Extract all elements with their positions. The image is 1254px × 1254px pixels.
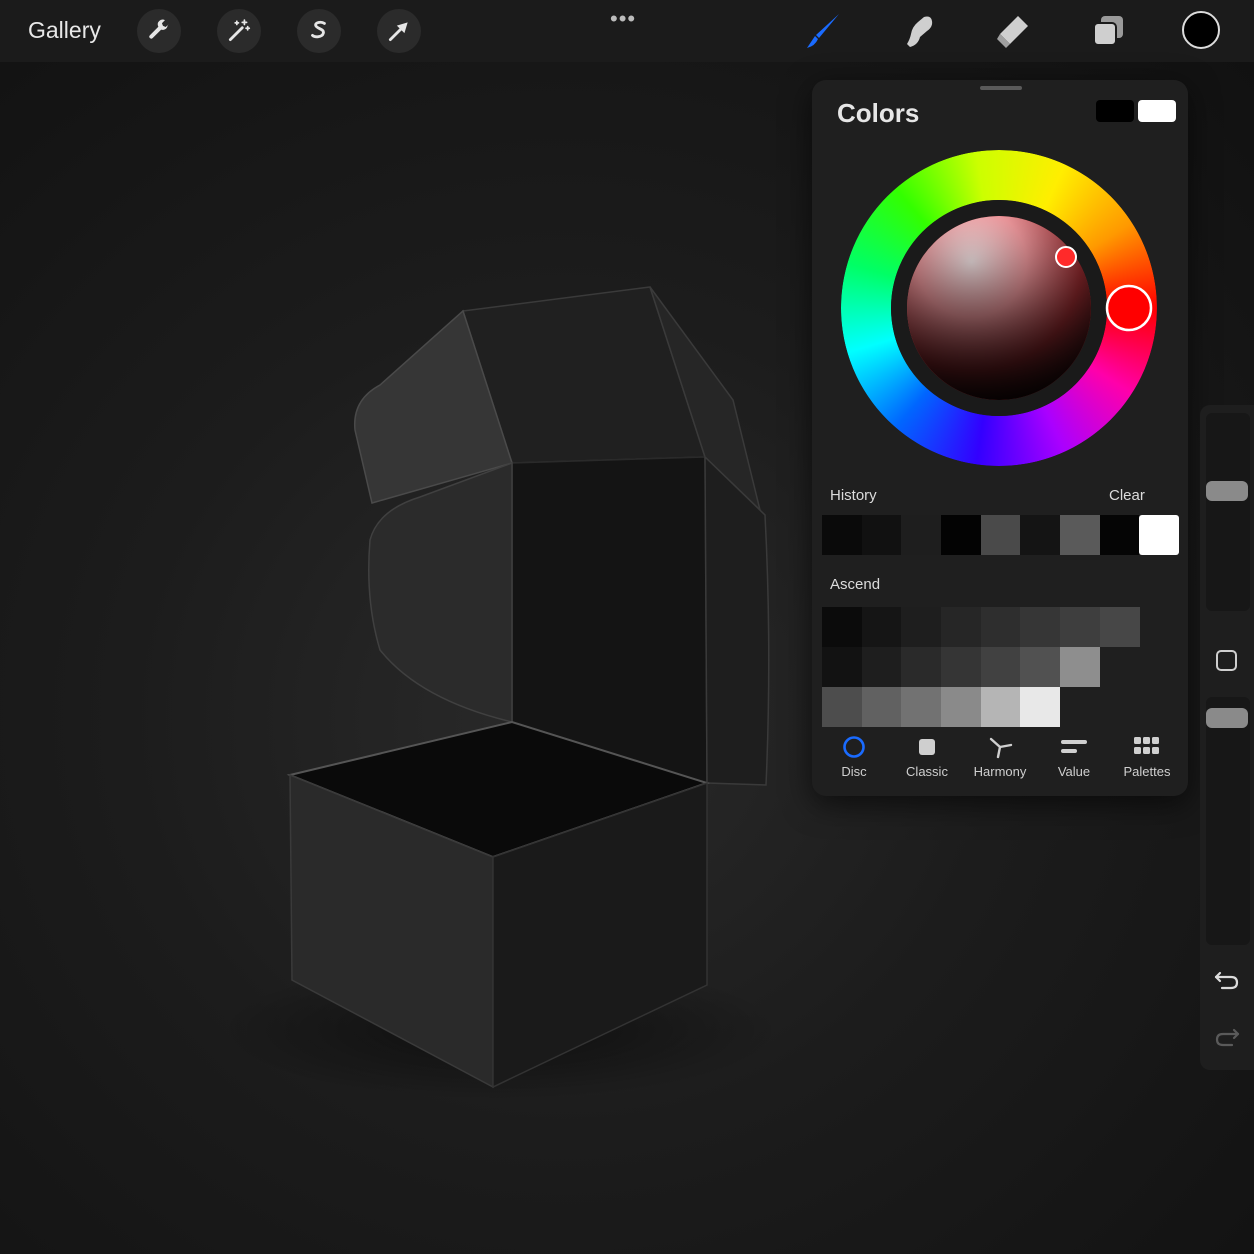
eraser-icon	[997, 16, 1028, 48]
tab-disc[interactable]: Disc	[817, 730, 891, 790]
history-label: History	[830, 487, 877, 504]
eraser-tool-button[interactable]	[991, 10, 1035, 52]
redo-icon	[1215, 1028, 1240, 1047]
palettes-grid-icon	[1134, 737, 1159, 754]
brush-size-handle[interactable]	[1206, 481, 1248, 501]
history-swatch[interactable]	[941, 515, 981, 555]
adjustments-button[interactable]	[217, 9, 261, 53]
opacity-handle[interactable]	[1206, 708, 1248, 728]
disc-icon	[843, 736, 865, 758]
opacity-slider[interactable]	[1206, 697, 1250, 945]
history-swatch[interactable]	[1020, 515, 1061, 555]
palette-row	[822, 607, 1141, 647]
palette-swatch[interactable]	[1020, 647, 1061, 687]
magic-wand-icon	[228, 19, 251, 42]
secondary-color-swatch[interactable]	[1138, 100, 1176, 122]
modify-button[interactable]	[1216, 650, 1237, 671]
panel-title: Colors	[837, 98, 920, 128]
selection-button[interactable]	[297, 9, 341, 53]
palette-row	[822, 647, 1141, 687]
transform-button[interactable]	[377, 9, 421, 53]
layers-button[interactable]	[1086, 10, 1130, 52]
undo-icon	[1214, 971, 1239, 990]
palette-swatch[interactable]	[941, 607, 981, 647]
clear-history-button[interactable]: Clear	[1109, 487, 1145, 504]
palette-swatch[interactable]	[941, 687, 981, 727]
palette-row	[822, 687, 1141, 727]
palette-swatch[interactable]	[1060, 647, 1100, 687]
tab-label: Value	[1057, 764, 1091, 779]
tab-harmony[interactable]: Harmony	[963, 730, 1037, 790]
history-swatch[interactable]	[822, 515, 862, 555]
history-swatches	[822, 515, 1180, 555]
color-mode-tabs: Disc Classic Harmony Value Palettes	[812, 730, 1188, 790]
tab-palettes[interactable]: Palettes	[1110, 730, 1184, 790]
more-options-icon[interactable]: •••	[610, 6, 636, 32]
arrow-transform-icon	[388, 22, 408, 42]
palette-swatch[interactable]	[1020, 687, 1061, 727]
top-toolbar: Gallery •••	[0, 0, 1254, 62]
tab-value[interactable]: Value	[1037, 730, 1111, 790]
palette-swatch[interactable]	[980, 687, 1021, 727]
history-swatch[interactable]	[901, 515, 942, 555]
current-color-button[interactable]	[1182, 11, 1220, 49]
primary-color-swatch[interactable]	[1096, 100, 1134, 122]
palette-swatch[interactable]	[822, 607, 862, 647]
color-disc[interactable]	[841, 150, 1157, 466]
palette-swatch[interactable]	[1099, 607, 1140, 647]
palette-swatch[interactable]	[822, 687, 862, 727]
tab-classic[interactable]: Classic	[890, 730, 964, 790]
history-swatch[interactable]	[1060, 515, 1100, 555]
tab-label: Disc	[841, 764, 867, 779]
palette-swatch[interactable]	[980, 607, 1021, 647]
history-swatch[interactable]	[1099, 515, 1140, 555]
palette-swatch[interactable]	[901, 687, 942, 727]
palette-swatch-grid	[822, 607, 1141, 727]
layers-icon	[1093, 16, 1123, 46]
palette-swatch[interactable]	[1020, 607, 1061, 647]
palette-swatch[interactable]	[822, 647, 862, 687]
saturation-picker[interactable]	[1055, 246, 1077, 268]
palette-swatch[interactable]	[941, 647, 981, 687]
palette-name: Ascend	[830, 576, 881, 593]
classic-icon	[919, 739, 935, 755]
wrench-icon	[149, 19, 169, 39]
history-swatch[interactable]	[1139, 515, 1180, 555]
tab-label: Palettes	[1123, 764, 1171, 779]
hue-picker[interactable]	[1105, 284, 1153, 332]
palette-swatch[interactable]	[1060, 607, 1100, 647]
palette-swatch[interactable]	[980, 647, 1021, 687]
palette-swatch[interactable]	[861, 687, 902, 727]
harmony-icon	[989, 737, 1013, 759]
brush-size-slider[interactable]	[1206, 413, 1250, 611]
actions-button[interactable]	[137, 9, 181, 53]
smudge-tool-button[interactable]	[896, 10, 940, 52]
tab-label: Classic	[906, 764, 948, 779]
brush-tool-button[interactable]	[801, 10, 845, 52]
smudge-icon	[907, 16, 933, 47]
brush-icon	[807, 14, 839, 48]
gallery-button[interactable]: Gallery	[28, 17, 101, 44]
palette-swatch[interactable]	[861, 647, 902, 687]
redo-button[interactable]	[1212, 1022, 1242, 1052]
value-icon	[1061, 740, 1087, 753]
palette-swatch[interactable]	[861, 607, 902, 647]
panel-grabber[interactable]	[980, 86, 1022, 90]
palette-swatch[interactable]	[901, 607, 942, 647]
undo-button[interactable]	[1212, 965, 1242, 995]
palette-swatch[interactable]	[901, 647, 942, 687]
selection-s-icon	[311, 20, 326, 39]
colors-panel: Colors History Clear Ascend Disc Classic…	[812, 80, 1188, 796]
tab-label: Harmony	[973, 764, 1027, 779]
history-swatch[interactable]	[861, 515, 902, 555]
history-swatch[interactable]	[980, 515, 1021, 555]
